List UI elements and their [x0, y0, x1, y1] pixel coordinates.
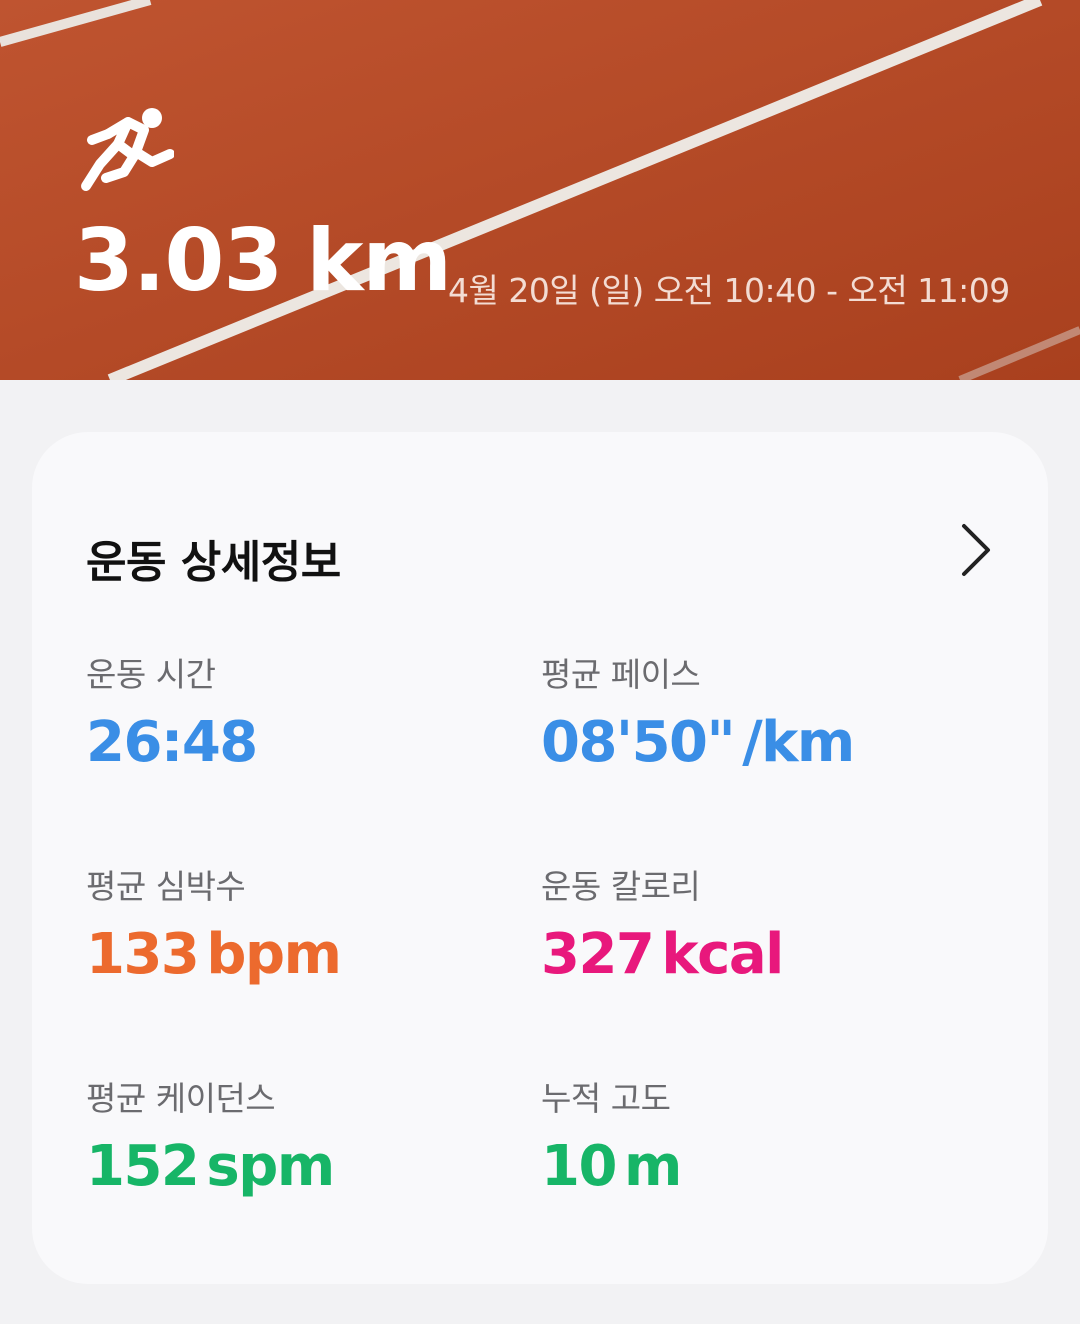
- stat-value: 10 m: [541, 1139, 961, 1195]
- workout-summary-page: 3.03 km 4월 20일 (일) 오전 10:40 - 오전 11:09 운동…: [0, 0, 1080, 1324]
- workout-date-range: 4월 20일 (일) 오전 10:40 - 오전 11:09: [448, 271, 1010, 310]
- stat-value: 133 bpm: [86, 927, 506, 983]
- stat-number: 133: [86, 922, 200, 987]
- stat-calories: 운동 칼로리 327 kcal: [541, 870, 961, 983]
- stat-number: 26:48: [86, 710, 258, 775]
- stat-average-heart-rate: 평균 심박수 133 bpm: [86, 870, 506, 983]
- stat-label: 평균 케이던스: [86, 1079, 276, 1118]
- chevron-right-icon[interactable]: [956, 520, 996, 580]
- stat-unit: kcal: [661, 922, 784, 987]
- stat-unit: m: [623, 1134, 682, 1199]
- stat-unit: bpm: [206, 922, 342, 987]
- running-person-icon: [81, 108, 174, 191]
- stat-number: 08'50": [541, 710, 736, 775]
- stat-unit: /km: [742, 710, 855, 775]
- workout-details-card: 운동 상세정보 운동 시간 26:48 평균 페이스 08'50"/km 평균 …: [32, 432, 1048, 1284]
- stat-number: 10: [541, 1134, 617, 1199]
- workout-details-header[interactable]: 운동 상세정보: [86, 520, 996, 588]
- stat-unit: spm: [206, 1134, 335, 1199]
- stat-label: 평균 심박수: [86, 867, 246, 906]
- stat-value: 08'50"/km: [541, 715, 961, 771]
- hero-banner: 3.03 km 4월 20일 (일) 오전 10:40 - 오전 11:09: [0, 0, 1080, 380]
- stat-label: 평균 페이스: [541, 655, 701, 694]
- distance-value: 3.03 km: [74, 218, 452, 304]
- distance-number: 3.03: [74, 211, 283, 311]
- stat-value: 26:48: [86, 715, 506, 771]
- stat-elevation-gain: 누적 고도 10 m: [541, 1082, 961, 1195]
- stat-workout-time: 운동 시간 26:48: [86, 658, 506, 771]
- stat-value: 327 kcal: [541, 927, 961, 983]
- stat-average-cadence: 평균 케이던스 152 spm: [86, 1082, 506, 1195]
- workout-details-title: 운동 상세정보: [86, 537, 341, 588]
- stat-number: 152: [86, 1134, 200, 1199]
- stat-average-pace: 평균 페이스 08'50"/km: [541, 658, 961, 771]
- stat-label: 운동 칼로리: [541, 867, 701, 906]
- stat-value: 152 spm: [86, 1139, 506, 1195]
- stat-label: 누적 고도: [541, 1079, 671, 1118]
- stat-label: 운동 시간: [86, 655, 216, 694]
- distance-unit: km: [306, 211, 452, 311]
- stat-number: 327: [541, 922, 655, 987]
